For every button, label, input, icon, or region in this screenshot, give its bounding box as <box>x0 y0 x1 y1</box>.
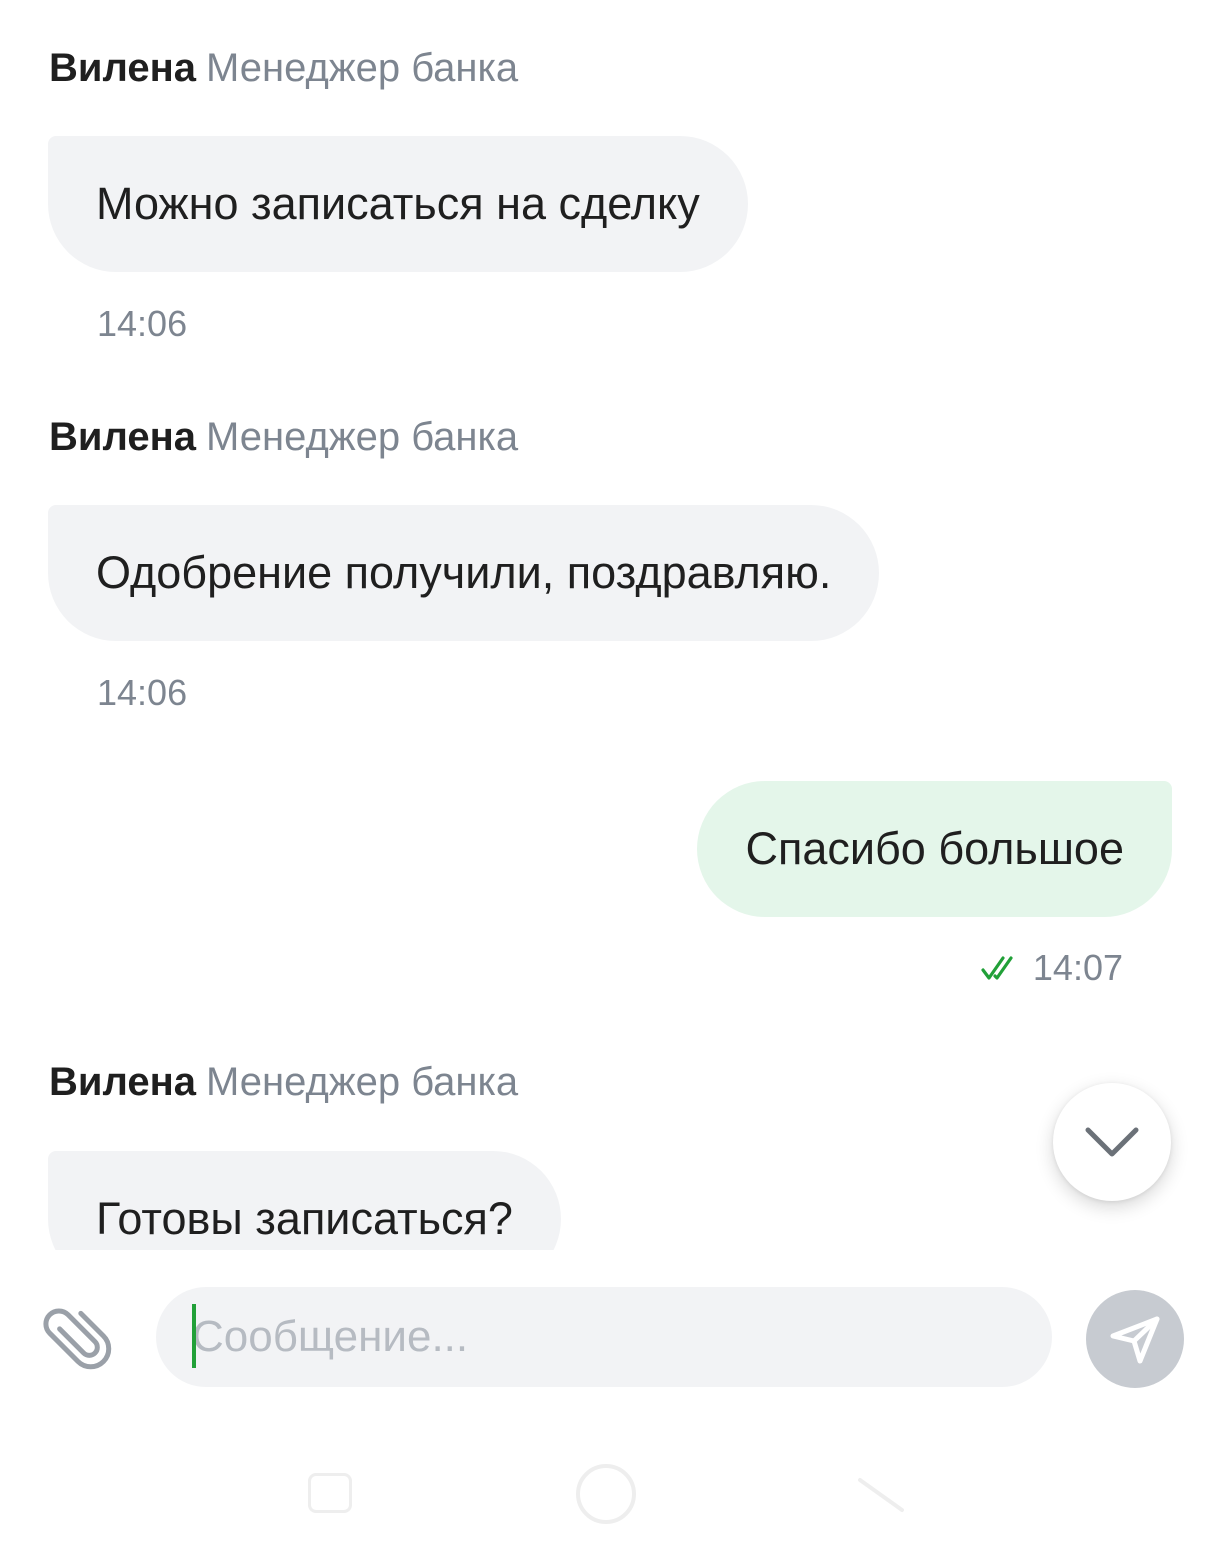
scroll-down-button[interactable] <box>1053 1083 1171 1201</box>
message-text: Готовы записаться? <box>96 1193 513 1244</box>
chat-message-list[interactable]: Вилена Менеджер банка Можно записаться на… <box>0 0 1220 1250</box>
sender-role: Менеджер банка <box>206 1060 519 1104</box>
outgoing-message-bubble[interactable]: Спасибо большое <box>697 781 1172 917</box>
chevron-down-icon <box>1085 1127 1139 1157</box>
message-time: 14:06 <box>97 672 188 713</box>
message-text: Одобрение получили, поздравляю. <box>96 547 832 598</box>
send-icon <box>1110 1316 1160 1364</box>
message-time-status: 14:07 <box>981 946 1123 990</box>
sender-name: Вилена <box>49 1060 197 1104</box>
system-navigation-bar <box>0 1440 1220 1565</box>
back-button[interactable] <box>858 1476 904 1516</box>
message-composer <box>0 1270 1220 1410</box>
message-time: 14:07 <box>1032 947 1123 988</box>
recent-apps-button[interactable] <box>308 1473 352 1513</box>
home-button[interactable] <box>576 1464 636 1524</box>
paperclip-icon <box>43 1308 112 1370</box>
sender-role: Менеджер банка <box>206 46 519 90</box>
message-time: 14:06 <box>97 303 188 344</box>
incoming-message-bubble[interactable]: Одобрение получили, поздравляю. <box>48 505 880 641</box>
message-input[interactable] <box>156 1287 1052 1387</box>
message-text: Можно записаться на сделку <box>96 178 700 229</box>
incoming-message-bubble[interactable]: Готовы записаться? <box>48 1151 561 1250</box>
text-cursor <box>192 1304 196 1368</box>
attach-button[interactable] <box>40 1298 116 1374</box>
message-sender-header: Вилена Менеджер банка <box>49 413 518 461</box>
sender-name: Вилена <box>49 46 197 90</box>
message-text: Спасибо большое <box>745 823 1124 874</box>
incoming-message-bubble[interactable]: Можно записаться на сделку <box>48 136 748 272</box>
double-check-icon <box>981 956 1013 980</box>
message-sender-header: Вилена Менеджер банка <box>49 44 518 92</box>
message-sender-header: Вилена Менеджер банка <box>49 1058 518 1106</box>
sender-name: Вилена <box>49 415 197 459</box>
sender-role: Менеджер банка <box>206 415 519 459</box>
send-button[interactable] <box>1086 1290 1184 1388</box>
